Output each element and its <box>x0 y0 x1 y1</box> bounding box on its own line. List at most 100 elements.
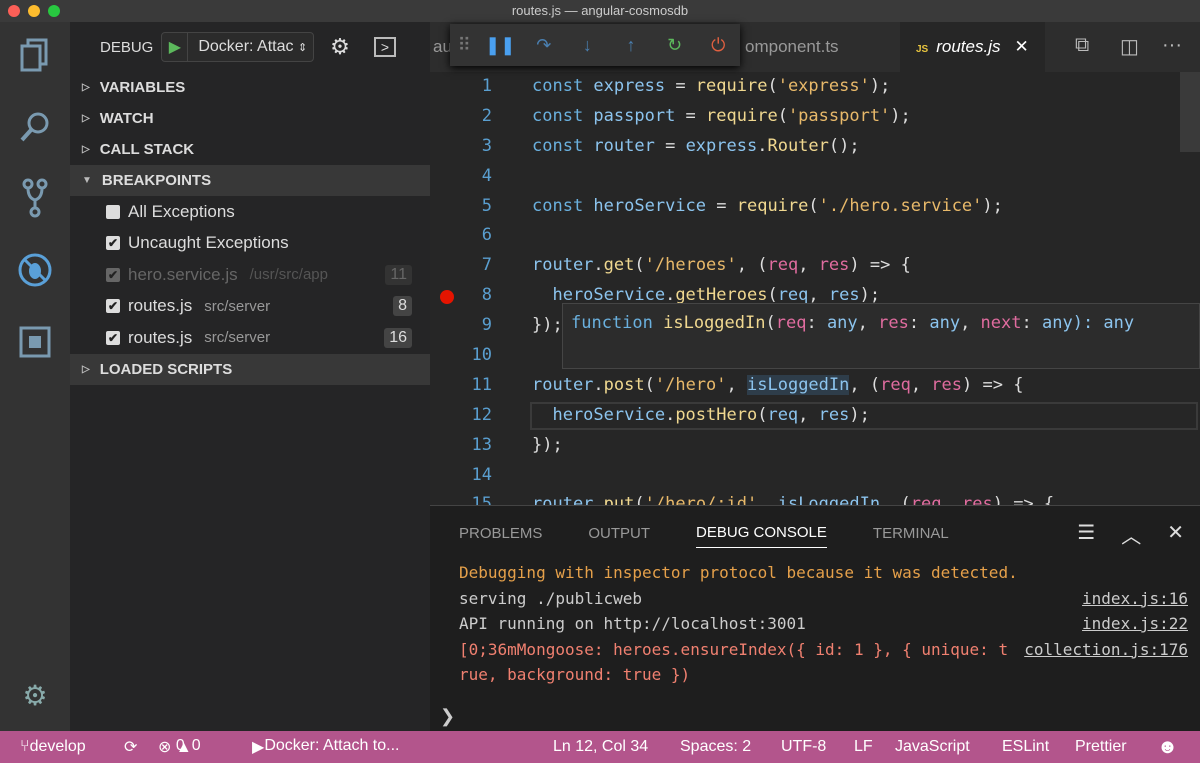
code-token: const <box>532 195 594 216</box>
code-line[interactable]: 1 const express = require('express'); <box>430 72 1200 102</box>
code-line[interactable]: 6 <box>430 221 1200 251</box>
source-control-icon[interactable] <box>17 178 53 218</box>
section-variables[interactable]: ▷ VARIABLES <box>70 72 430 103</box>
minimize-window-button[interactable] <box>28 5 40 17</box>
debug-console-icon[interactable]: > <box>373 37 397 57</box>
breakpoint-checkbox[interactable]: ✔ <box>106 267 120 282</box>
find-references-icon[interactable]: ⧉ <box>1075 34 1089 57</box>
breakpoint-item[interactable]: All Exceptions <box>70 196 430 228</box>
line-number: 5 <box>481 195 492 216</box>
settings-gear-icon[interactable]: ⚙ <box>17 677 53 713</box>
tooltip-token: ): any <box>1072 313 1135 333</box>
code-text: router.get('/heroes', (req, res) => { <box>532 251 911 281</box>
close-window-button[interactable] <box>8 5 20 17</box>
section-watch[interactable]: ▷ WATCH <box>70 103 430 134</box>
breakpoint-dot[interactable] <box>440 290 454 305</box>
code-token: ( <box>808 195 819 216</box>
code-token: res <box>818 404 850 425</box>
console-input[interactable]: ❯ <box>440 706 455 727</box>
breakpoint-item[interactable]: ✔ Uncaught Exceptions <box>70 228 430 260</box>
code-token: 'express' <box>777 76 870 96</box>
gear-icon[interactable]: ⚙ <box>330 34 350 60</box>
encoding[interactable]: UTF-8 <box>781 738 826 756</box>
code-line[interactable]: 4 <box>430 162 1200 192</box>
launch-config-dropdown[interactable]: Docker: Attac ⇕ <box>188 38 313 56</box>
code-line[interactable]: 7 router.get('/heroes', (req, res) => { <box>430 251 1200 281</box>
code-line[interactable]: 2 const passport = require('passport'); <box>430 102 1200 132</box>
cursor-position[interactable]: Ln 12, Col 34 <box>553 738 648 756</box>
editor-scrollbar[interactable] <box>1180 72 1200 152</box>
step-over-icon[interactable]: ↷ <box>522 35 566 56</box>
tab-routes-js[interactable]: JS routes.js ✕ <box>900 22 1045 72</box>
code-token: , ( <box>736 255 768 276</box>
indentation[interactable]: Spaces: 2 <box>680 738 751 756</box>
step-into-icon[interactable]: ↓ <box>566 35 610 56</box>
code-line[interactable]: 5 const heroService = require('./hero.ser… <box>430 192 1200 222</box>
search-icon[interactable] <box>17 109 53 145</box>
code-token: router <box>532 255 594 276</box>
console-source-link[interactable]: index.js:16 <box>1078 585 1188 611</box>
panel-tab-problems[interactable]: PROBLEMS <box>459 525 542 542</box>
breakpoint-item[interactable]: ✔ routes.js src/server 8 <box>70 291 430 323</box>
code-line[interactable]: 15 router.put('/hero/:id', isLoggedIn, (r… <box>430 490 1200 505</box>
debug-header: DEBUG ▶ Docker: Attac ⇕ ⚙ > <box>70 22 430 72</box>
code-token: req <box>767 255 799 276</box>
breakpoint-checkbox[interactable]: ✔ <box>106 330 120 345</box>
eslint-status[interactable]: ESLint <box>1002 738 1049 756</box>
line-endings[interactable]: LF <box>854 738 873 756</box>
section-breakpoints[interactable]: ▼ BREAKPOINTS <box>70 165 430 196</box>
launch-status[interactable]: ▶ Docker: Attach to... <box>252 737 399 757</box>
language-mode[interactable]: JavaScript <box>895 738 970 756</box>
code-token: const <box>532 76 594 96</box>
branch-status[interactable]: ⑂ develop <box>20 738 86 756</box>
extensions-icon[interactable] <box>17 324 53 360</box>
close-tab-icon[interactable]: ✕ <box>1014 37 1028 56</box>
code-line[interactable]: 3 const router = express.Router(); <box>430 132 1200 162</box>
step-out-icon[interactable]: ↑ <box>609 35 653 56</box>
prettier-status[interactable]: Prettier <box>1075 738 1127 756</box>
section-call-stack[interactable]: ▷ CALL STACK <box>70 134 430 165</box>
clear-console-icon[interactable]: ☰ <box>1077 520 1095 549</box>
maximize-panel-icon[interactable]: ︿ <box>1121 520 1141 549</box>
window-controls[interactable] <box>8 5 60 17</box>
launch-label: Docker: Attach to... <box>264 737 400 754</box>
line-number: 3 <box>481 135 492 156</box>
disconnect-icon[interactable]: ⏻ <box>696 35 740 56</box>
code-line[interactable]: 12 heroService.postHero(req, res); <box>430 401 1200 431</box>
panel-tabs: PROBLEMS OUTPUT DEBUG CONSOLE TERMINAL ☰ ︿ … <box>430 506 1200 560</box>
panel-tab-debug-console[interactable]: DEBUG CONSOLE <box>696 518 827 548</box>
breakpoint-item[interactable]: ✔ routes.js src/server 16 <box>70 322 430 354</box>
code-token: res <box>962 494 993 505</box>
breakpoint-checkbox[interactable]: ✔ <box>106 299 120 314</box>
maximize-window-button[interactable] <box>48 5 60 17</box>
console-source-link[interactable]: index.js:22 <box>1078 611 1188 637</box>
close-panel-icon[interactable]: ✕ <box>1167 520 1184 549</box>
drag-handle-icon[interactable]: ⠿ <box>450 35 478 56</box>
error-count: 0 <box>175 737 185 754</box>
split-editor-icon[interactable]: ◫ <box>1120 34 1139 59</box>
breakpoint-item[interactable]: ✔ hero.service.js/usr/src/app 11 <box>70 259 430 291</box>
breakpoint-checkbox[interactable]: ✔ <box>106 236 120 251</box>
tab-component[interactable]: omponent.ts <box>745 22 839 72</box>
debug-config-select[interactable]: ▶ Docker: Attac ⇕ <box>161 32 315 62</box>
console-source-link[interactable]: collection.js:176 <box>1020 636 1188 662</box>
restart-icon[interactable]: ↻ <box>653 35 697 56</box>
panel-tab-terminal[interactable]: TERMINAL <box>873 525 949 542</box>
sync-icon[interactable]: ⟳ <box>124 737 137 757</box>
code-token: . <box>593 255 604 276</box>
code-line[interactable]: 11 router.post('/hero', isLoggedIn, (req,… <box>430 371 1200 401</box>
problems-status[interactable]: ⊗ 0 ▲ 0 <box>158 737 201 757</box>
pause-icon[interactable]: ❚❚ <box>478 35 522 56</box>
code-line[interactable]: 14 <box>430 461 1200 491</box>
start-debugging-button[interactable]: ▶ <box>162 33 189 61</box>
breakpoint-checkbox[interactable] <box>106 204 120 219</box>
section-loaded-scripts[interactable]: ▷ LOADED SCRIPTS <box>70 353 430 385</box>
code-token: ( <box>767 76 778 96</box>
code-line[interactable]: 13}); <box>430 431 1200 461</box>
feedback-smiley-icon[interactable]: ☻ <box>1157 736 1178 759</box>
panel-tab-output[interactable]: OUTPUT <box>588 525 650 542</box>
explorer-icon[interactable] <box>17 37 53 73</box>
debug-icon[interactable] <box>17 252 53 288</box>
more-actions-icon[interactable]: ··· <box>1162 34 1182 57</box>
code-area[interactable]: 1 const express = require('express'); 2 con… <box>430 72 1200 505</box>
